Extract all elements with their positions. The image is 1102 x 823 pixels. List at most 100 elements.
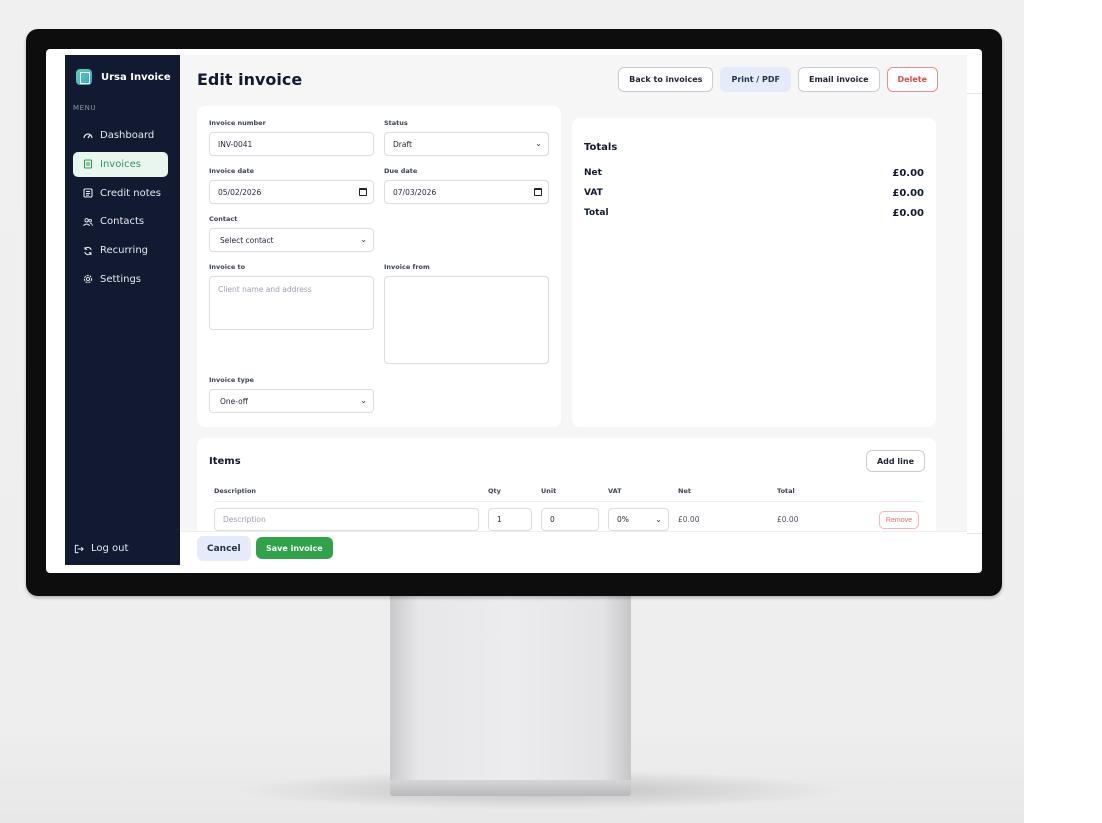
sidebar-item-label: Recurring (100, 245, 148, 257)
line-vat-value: 0% (617, 515, 629, 524)
sidebar-item-invoices[interactable]: Invoices (73, 151, 168, 177)
sidebar-item-label: Invoices (100, 158, 141, 170)
chevron-down-icon: ⌄ (535, 139, 542, 148)
line-total-value: £0.00 (777, 515, 799, 524)
add-line-button[interactable]: Add line (865, 450, 925, 472)
monitor-stand (390, 592, 631, 782)
logout-icon (74, 544, 84, 554)
status-select[interactable]: Draft ⌄ (384, 132, 549, 156)
invoice-type-value: One-off (220, 396, 248, 406)
invoice-from-label: Invoice from (384, 263, 430, 271)
page-scroll-edge (967, 55, 982, 565)
delete-button[interactable]: Delete (886, 67, 938, 92)
totals-total-row: Total £0.00 (584, 208, 924, 219)
line-qty-value: 1 (497, 515, 502, 524)
invoice-type-label: Invoice type (209, 376, 254, 384)
screen: Ursa Invoice MENU Dashboard Invoices Cre… (46, 49, 982, 573)
due-date-label: Due date (384, 167, 418, 175)
remove-line-button[interactable]: Remove (878, 511, 919, 529)
calendar-icon[interactable] (534, 188, 542, 196)
sidebar-nav: Dashboard Invoices Credit notes Contacts… (73, 123, 168, 296)
logout-button[interactable]: Log out (74, 543, 128, 554)
chevron-down-icon: ⌄ (360, 396, 367, 405)
vat-label: VAT (584, 188, 603, 198)
invoice-number-value: INV-0041 (218, 139, 253, 149)
sidebar-item-label: Settings (100, 273, 142, 285)
vat-value: £0.00 (892, 188, 924, 199)
line-unit-input[interactable]: 0 (541, 508, 599, 531)
items-title: Items (209, 456, 241, 467)
line-net-value: £0.00 (678, 515, 700, 524)
print-pdf-button[interactable]: Print / PDF (720, 67, 791, 92)
net-label: Net (584, 168, 602, 178)
users-icon (83, 217, 93, 227)
sidebar-item-label: Credit notes (100, 187, 161, 199)
totals-vat-row: VAT £0.00 (584, 188, 924, 199)
total-value: £0.00 (892, 208, 924, 219)
column-header-net: Net (678, 487, 691, 495)
line-qty-input[interactable]: 1 (488, 508, 532, 531)
app-window: Ursa Invoice MENU Dashboard Invoices Cre… (65, 55, 967, 565)
refresh-icon (83, 246, 93, 256)
sidebar-item-label: Contacts (100, 216, 145, 228)
sidebar-item-recurring[interactable]: Recurring (73, 238, 168, 263)
due-date-input[interactable]: 07/03/2026 (384, 180, 549, 204)
chevron-down-icon: ⌄ (655, 515, 662, 524)
line-description-input[interactable]: Description (214, 508, 479, 531)
main-content: Edit invoice Back to invoices Print / PD… (180, 55, 967, 565)
column-header-qty: Qty (488, 487, 501, 495)
invoice-to-textarea[interactable]: Client name and address (209, 276, 374, 330)
edge-divider (967, 93, 982, 94)
menu-label: MENU (73, 104, 97, 112)
total-label: Total (584, 208, 609, 218)
document-icon (83, 159, 93, 169)
sidebar-item-contacts[interactable]: Contacts (73, 209, 168, 234)
email-invoice-button[interactable]: Email invoice (797, 67, 880, 92)
page-title: Edit invoice (197, 70, 303, 89)
cancel-button[interactable]: Cancel (197, 536, 251, 561)
invoice-date-value: 05/02/2026 (218, 187, 262, 197)
column-header-vat: VAT (608, 487, 622, 495)
invoice-details-card: Invoice number INV-0041 Status Draft ⌄ I… (197, 106, 561, 427)
contact-select[interactable]: Select contact ⌄ (209, 228, 374, 252)
invoice-from-textarea[interactable] (384, 276, 549, 364)
sidebar-item-label: Dashboard (100, 130, 155, 141)
invoice-date-input[interactable]: 05/02/2026 (209, 180, 374, 204)
contact-value: Select contact (220, 235, 274, 245)
gauge-icon (83, 131, 93, 141)
header-actions: Back to invoices Print / PDF Email invoi… (618, 67, 938, 92)
brand-name: Ursa Invoice (101, 71, 171, 83)
invoice-to-placeholder: Client name and address (218, 285, 312, 294)
gear-icon (83, 274, 93, 284)
due-date-value: 07/03/2026 (393, 187, 437, 197)
back-to-invoices-button[interactable]: Back to invoices (618, 67, 714, 92)
brand[interactable]: Ursa Invoice (76, 69, 171, 85)
column-header-description: Description (214, 487, 257, 495)
net-value: £0.00 (892, 168, 924, 179)
edge-divider (967, 533, 982, 534)
ledger-icon (83, 188, 93, 198)
invoice-number-input[interactable]: INV-0041 (209, 132, 374, 156)
monitor-stand-foot (390, 780, 631, 796)
line-description-placeholder: Description (223, 515, 266, 524)
brand-logo-icon (76, 69, 92, 85)
sidebar-item-credit-notes[interactable]: Credit notes (73, 181, 168, 206)
line-unit-value: 0 (550, 515, 555, 524)
logout-label: Log out (91, 543, 129, 554)
status-label: Status (384, 119, 408, 127)
sidebar: Ursa Invoice MENU Dashboard Invoices Cre… (65, 55, 180, 565)
totals-title: Totals (584, 142, 618, 153)
column-header-total: Total (777, 487, 795, 495)
sidebar-item-settings[interactable]: Settings (73, 267, 168, 292)
calendar-icon[interactable] (359, 188, 367, 196)
sidebar-item-dashboard[interactable]: Dashboard (73, 123, 168, 148)
totals-card: Totals Net £0.00 VAT £0.00 Total £0.00 (572, 118, 936, 427)
line-vat-select[interactable]: 0% ⌄ (608, 508, 669, 531)
invoice-date-label: Invoice date (209, 167, 255, 175)
invoice-number-label: Invoice number (209, 119, 266, 127)
table-divider (214, 501, 924, 502)
column-header-unit: Unit (541, 487, 557, 495)
invoice-type-select[interactable]: One-off ⌄ (209, 389, 374, 413)
totals-net-row: Net £0.00 (584, 168, 924, 179)
save-invoice-button[interactable]: Save invoice (256, 537, 333, 559)
